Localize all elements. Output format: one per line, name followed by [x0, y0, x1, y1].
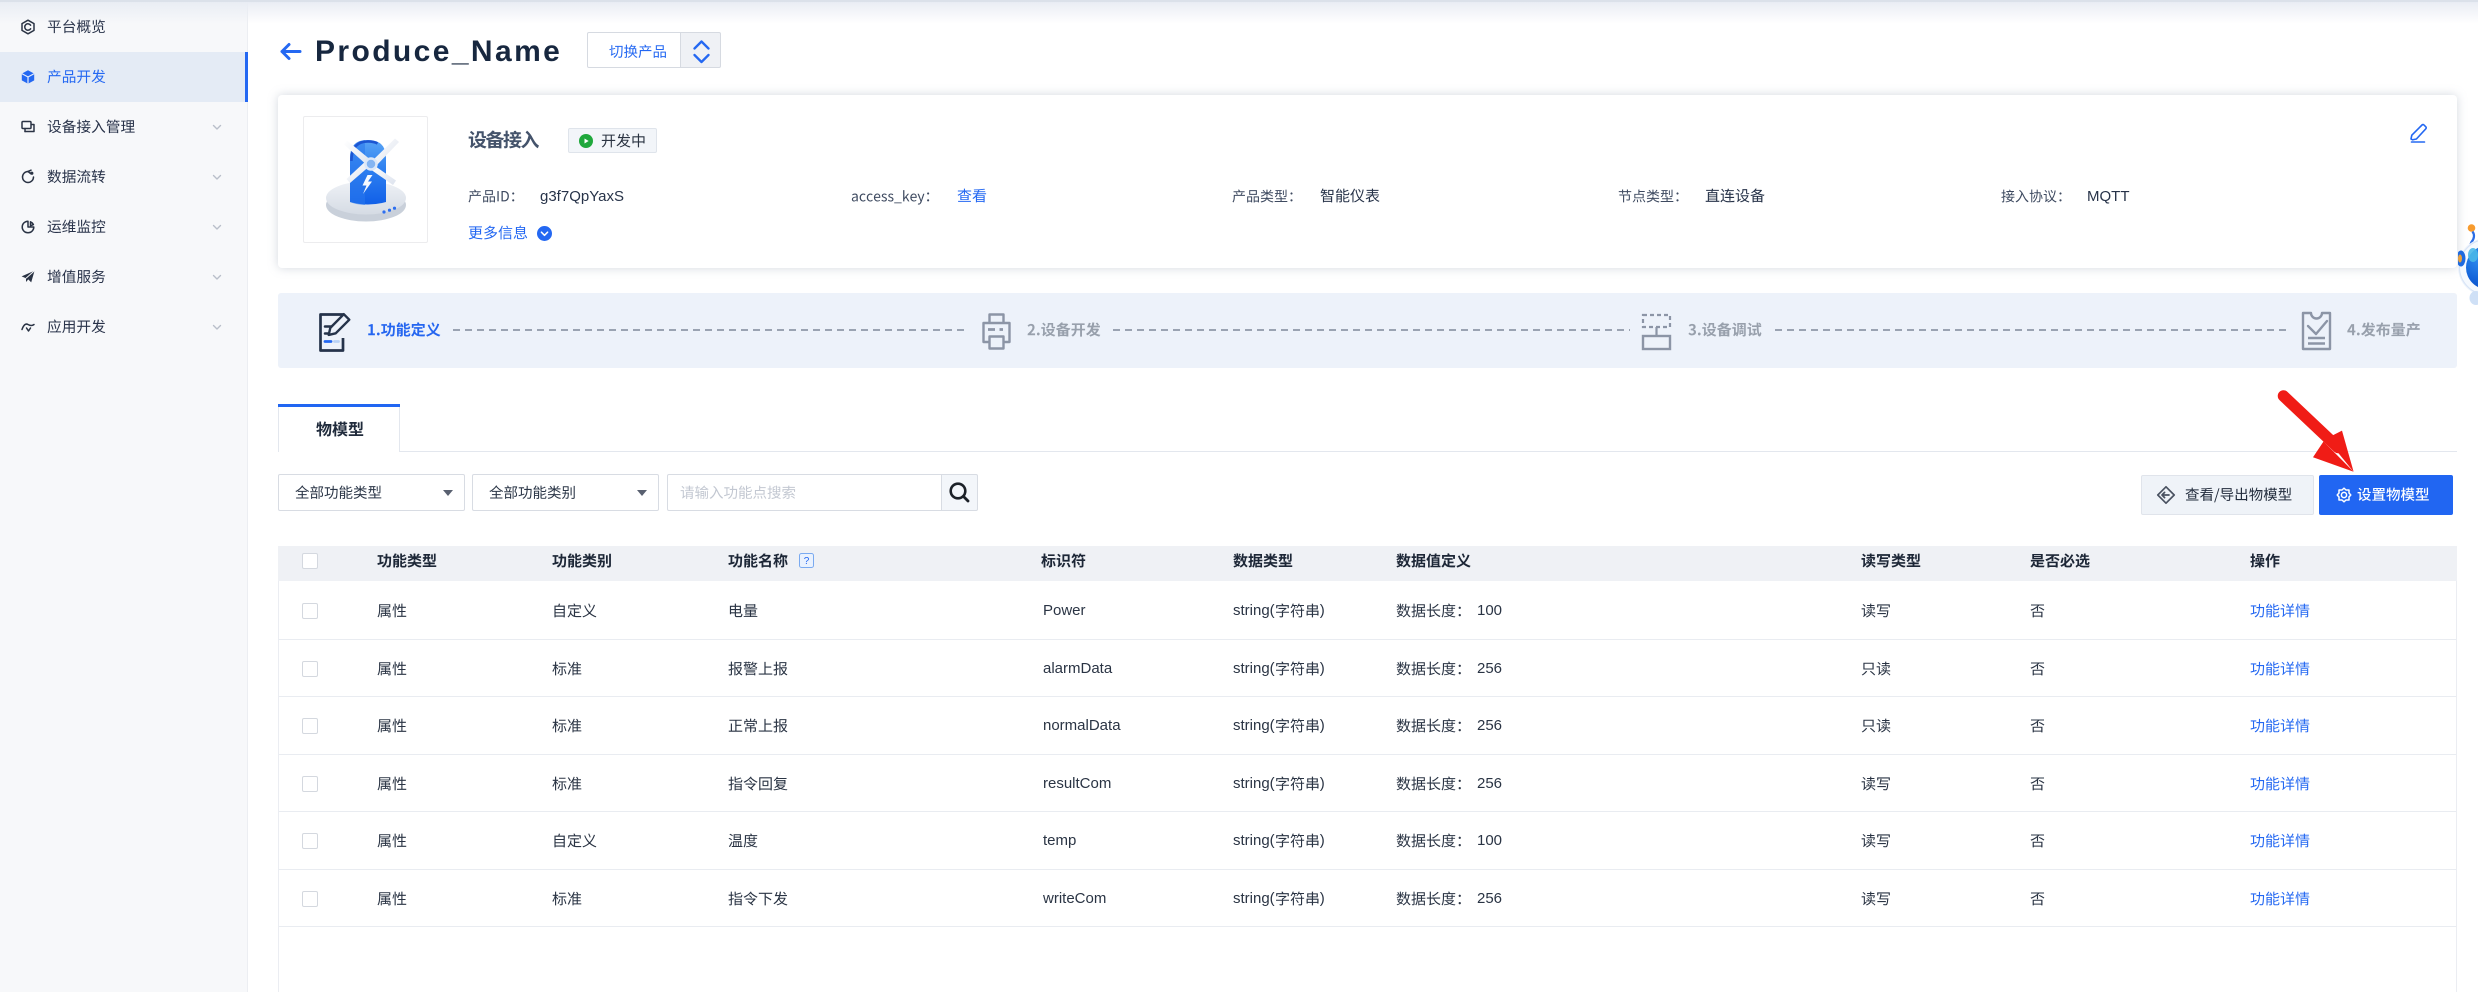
svg-text:?: ?: [804, 556, 810, 567]
